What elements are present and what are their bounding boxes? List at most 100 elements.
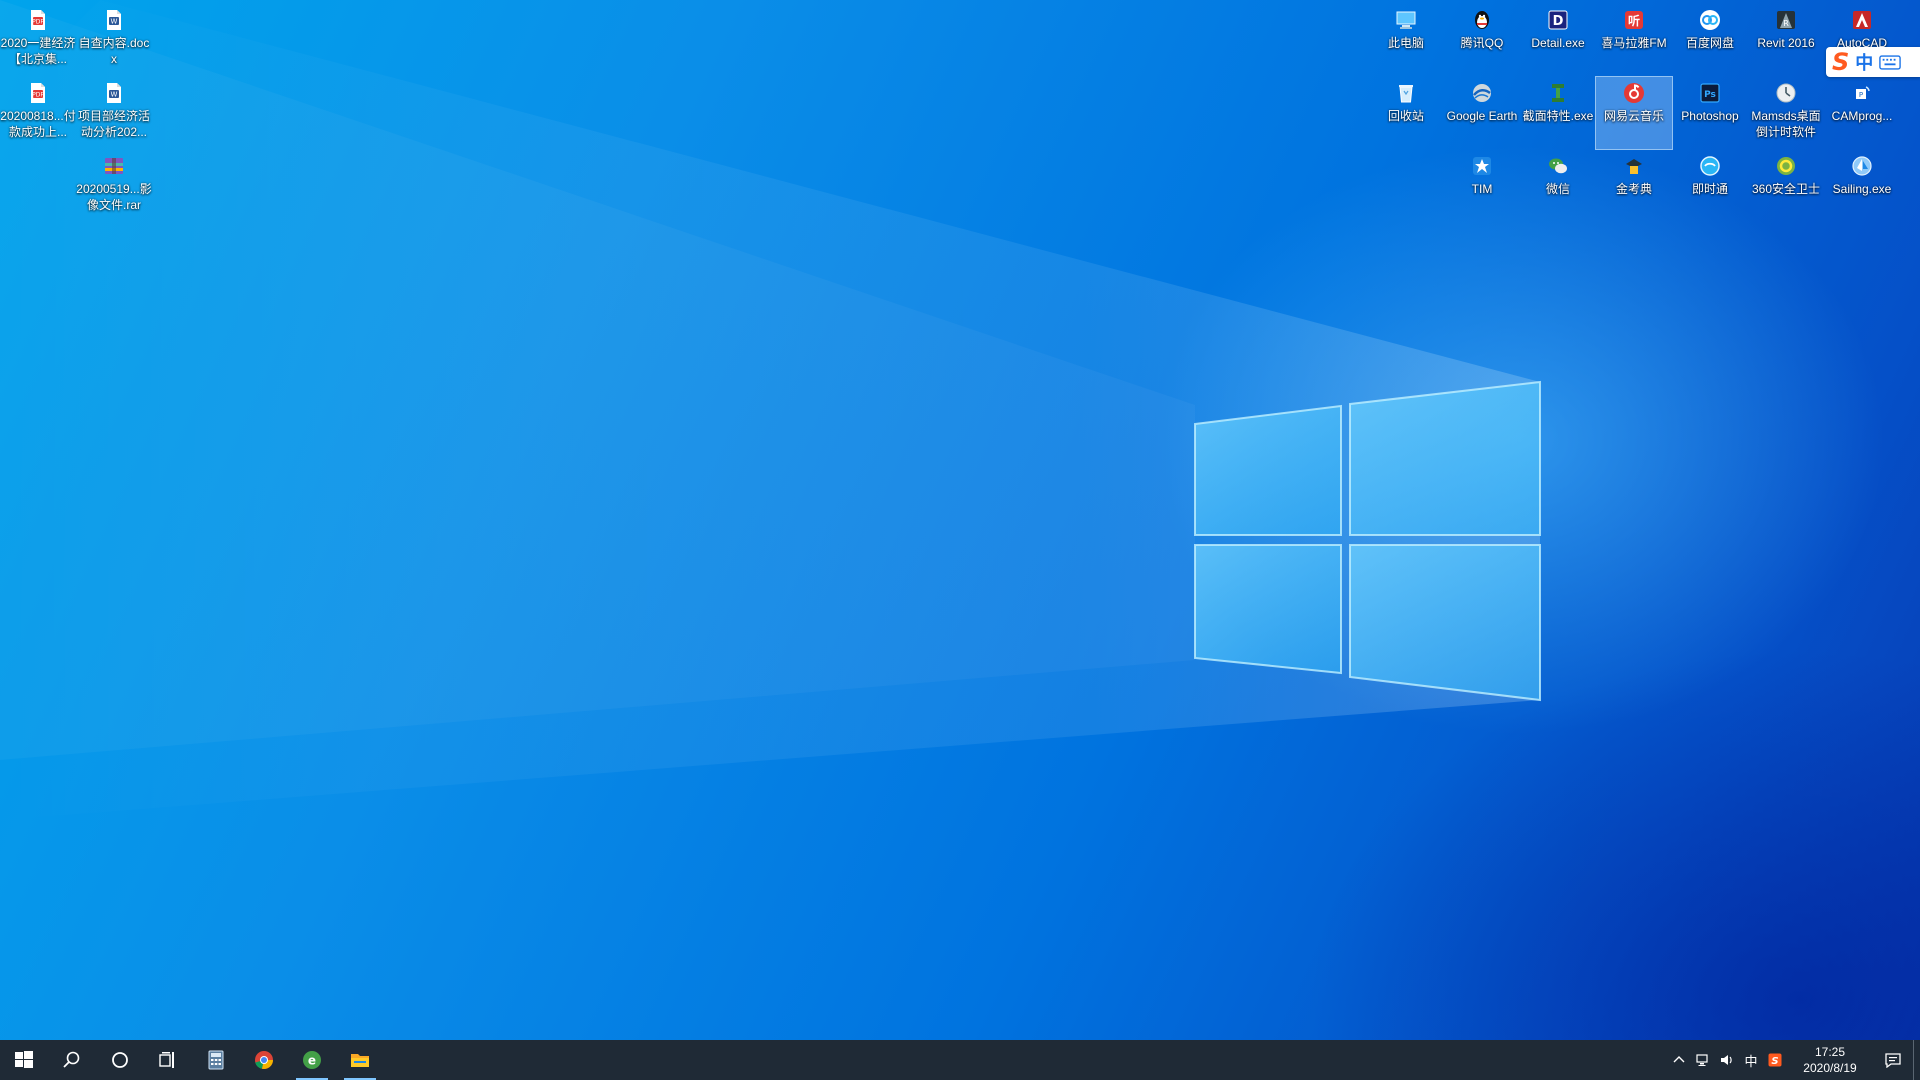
desktop-icon-recycle-bin[interactable]: 回收站 — [1368, 77, 1444, 149]
clock-time: 17:25 — [1814, 1045, 1846, 1059]
sogou-logo-icon[interactable]: S — [1832, 48, 1849, 76]
jinkaodian-icon — [1622, 154, 1646, 178]
task-view-button[interactable] — [144, 1040, 192, 1080]
desktop-icon-rar-20200519[interactable]: 20200519...影像文件.rar — [76, 150, 152, 222]
sailing-exe-icon — [1850, 154, 1874, 178]
svg-text:W: W — [111, 91, 118, 99]
folder-icon — [351, 1054, 369, 1067]
desktop-icon-jishitong[interactable]: 即时通 — [1672, 150, 1748, 222]
taskbar-browser-e[interactable]: e — [288, 1040, 336, 1080]
keyboard-icon[interactable] — [1879, 54, 1902, 70]
360-security-icon — [1774, 154, 1798, 178]
autocad-icon — [1850, 8, 1874, 32]
desktop-icon-qq[interactable]: 腾讯QQ — [1444, 4, 1520, 76]
clock-date: 2020/8/19 — [1803, 1061, 1857, 1075]
desktop-icon-wechat[interactable]: 微信 — [1520, 150, 1596, 222]
desktop-icon-label: CAMprog... — [1831, 109, 1893, 123]
desktop-icon-word-xiangmubu[interactable]: W 项目部经济活动分析202... — [76, 77, 152, 149]
volume-button[interactable] — [1715, 1040, 1739, 1080]
qq-penguin-icon — [1470, 8, 1494, 32]
desktop[interactable]: PDF 2020一建经济【北京集... W 自查内容.docx PDF 2020… — [0, 0, 1920, 1080]
desktop-icon-sailing-exe[interactable]: Sailing.exe — [1824, 150, 1900, 222]
task-view-icon — [159, 1052, 174, 1068]
desktop-icon-label: 喜马拉雅FM — [1601, 36, 1667, 50]
svg-text:D: D — [1553, 14, 1564, 29]
show-hidden-icons-button[interactable] — [1667, 1040, 1691, 1080]
desktop-icon-jinkaodian[interactable]: 金考典 — [1596, 150, 1672, 222]
desktop-icon-tim[interactable]: TIM — [1444, 150, 1520, 222]
desktop-icon-label: 2020一建经济【北京集... — [0, 36, 76, 66]
desktop-icon-label: 自查内容.docx — [78, 36, 150, 66]
desktop-icon-ximalaya[interactable]: 听 喜马拉雅FM — [1596, 4, 1672, 76]
desktop-icon-section-property[interactable]: 截面特性.exe — [1520, 77, 1596, 149]
desktop-icon-pdf-2020-yijian[interactable]: PDF 2020一建经济【北京集... — [0, 4, 76, 76]
svg-text:P: P — [1859, 91, 1863, 99]
ximalaya-fm-icon: 听 — [1622, 8, 1646, 32]
desktop-icon-mamsds-countdown[interactable]: Mamsds桌面倒计时软件 — [1748, 77, 1824, 149]
desktop-icon-revit[interactable]: R Revit 2016 — [1748, 4, 1824, 76]
desktop-icon-label: Google Earth — [1446, 109, 1518, 123]
desktop-icon-camprog[interactable]: P CAMprog... — [1824, 77, 1900, 149]
this-pc-icon — [1394, 8, 1418, 32]
wechat-icon — [1546, 154, 1570, 178]
desktop-icon-label: 20200818...付款成功上... — [0, 109, 76, 139]
taskbar: e 中 S 17:25 2020/8/19 — [0, 1040, 1920, 1080]
desktop-icon-photoshop[interactable]: Ps Photoshop — [1672, 77, 1748, 149]
search-button[interactable] — [48, 1040, 96, 1080]
rar-archive-icon — [102, 154, 126, 178]
desktop-icon-pdf-20200818[interactable]: PDF 20200818...付款成功上... — [0, 77, 76, 149]
taskbar-chrome[interactable] — [240, 1040, 288, 1080]
start-button[interactable] — [0, 1040, 48, 1080]
sogou-tray-icon: S — [1768, 1053, 1782, 1067]
desktop-icon-label: TIM — [1471, 182, 1493, 196]
browser-e-icon: e — [303, 1051, 321, 1069]
desktop-icon-detail-exe[interactable]: D Detail.exe — [1520, 4, 1596, 76]
desktop-icon-label: 微信 — [1545, 182, 1570, 196]
desktop-icon-baidu-netdisk[interactable]: 百度网盘 — [1672, 4, 1748, 76]
desktop-icon-this-pc[interactable]: 此电脑 — [1368, 4, 1444, 76]
show-desktop-button[interactable] — [1913, 1040, 1920, 1080]
taskbar-calculator[interactable] — [192, 1040, 240, 1080]
ime-mode-toggle[interactable]: 中 — [1855, 49, 1873, 75]
countdown-app-icon — [1774, 81, 1798, 105]
search-icon — [63, 1051, 80, 1068]
system-tray: 中 S 17:25 2020/8/19 — [1667, 1040, 1920, 1080]
photoshop-icon: Ps — [1698, 81, 1722, 105]
chevron-up-icon — [1673, 1056, 1685, 1063]
desktop-icon-google-earth[interactable]: Google Earth — [1444, 77, 1520, 149]
desktop-icon-netease-music[interactable]: 网易云音乐 — [1595, 76, 1673, 150]
desktop-icon-label: 腾讯QQ — [1460, 36, 1504, 50]
chrome-icon — [255, 1051, 274, 1070]
ime-toolbar[interactable]: S 中 — [1826, 47, 1920, 77]
sogou-tray-button[interactable]: S — [1763, 1040, 1787, 1080]
tim-icon — [1470, 154, 1494, 178]
taskbar-file-explorer[interactable] — [336, 1040, 384, 1080]
cortana-circle-icon — [112, 1052, 128, 1068]
detail-exe-icon: D — [1546, 8, 1570, 32]
desktop-icon-word-zicha[interactable]: W 自查内容.docx — [76, 4, 152, 76]
pdf-file-icon: PDF — [26, 8, 50, 32]
notification-icon — [1885, 1053, 1901, 1068]
svg-text:听: 听 — [1628, 13, 1640, 28]
cortana-button[interactable] — [96, 1040, 144, 1080]
desktop-icon-360-security[interactable]: 360安全卫士 — [1748, 150, 1824, 222]
input-method-indicator[interactable]: 中 — [1739, 1040, 1763, 1080]
recycle-bin-icon — [1394, 81, 1418, 105]
pdf-file-icon: PDF — [26, 81, 50, 105]
desktop-icon-label: 回收站 — [1387, 109, 1424, 123]
action-center-button[interactable] — [1873, 1040, 1913, 1080]
desktop-icon-label: 360安全卫士 — [1751, 182, 1821, 196]
clock[interactable]: 17:25 2020/8/19 — [1787, 1044, 1873, 1076]
network-button[interactable] — [1691, 1040, 1715, 1080]
svg-text:PDF: PDF — [32, 19, 44, 26]
svg-text:e: e — [308, 1054, 316, 1068]
word-doc-icon: W — [102, 8, 126, 32]
google-earth-icon — [1470, 81, 1494, 105]
desktop-icon-label: Photoshop — [1681, 109, 1739, 123]
svg-text:Ps: Ps — [1704, 90, 1716, 100]
revit-icon: R — [1774, 8, 1798, 32]
baidu-netdisk-icon — [1698, 8, 1722, 32]
section-property-icon — [1546, 81, 1570, 105]
svg-text:W: W — [111, 18, 118, 26]
calculator-icon — [208, 1050, 224, 1070]
